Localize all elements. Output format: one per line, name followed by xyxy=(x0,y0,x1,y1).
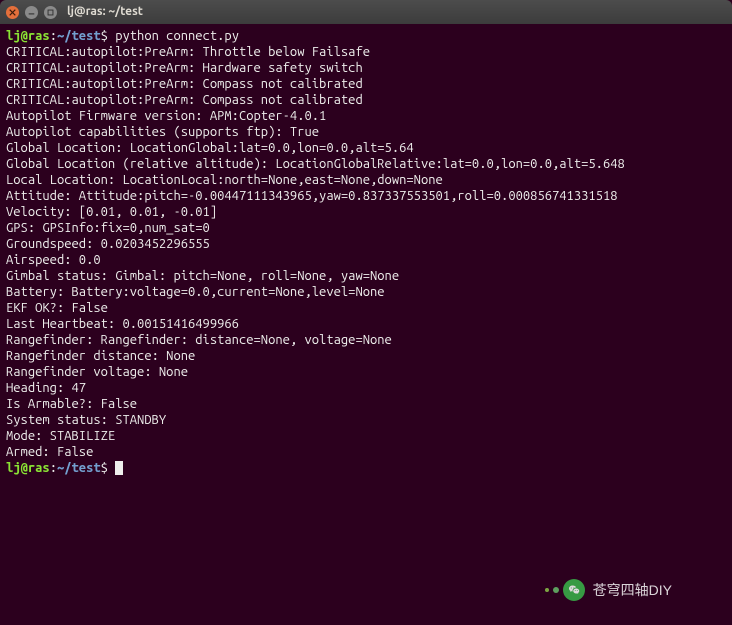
prompt-at: @ xyxy=(21,461,28,475)
output-line: Airspeed: 0.0 xyxy=(6,252,726,268)
minimize-button[interactable] xyxy=(25,6,38,19)
window-controls xyxy=(6,6,57,19)
close-button[interactable] xyxy=(6,6,19,19)
output-line: Groundspeed: 0.0203452296555 xyxy=(6,236,726,252)
watermark-text: 苍穹四轴DIY xyxy=(593,582,672,598)
output-line: Mode: STABILIZE xyxy=(6,428,726,444)
output-line: CRITICAL:autopilot:PreArm: Compass not c… xyxy=(6,92,726,108)
output-line: Rangefinder voltage: None xyxy=(6,364,726,380)
prompt-line: lj@ras:~/test$ python connect.py xyxy=(6,28,726,44)
cursor xyxy=(115,461,123,475)
prompt-user: lj xyxy=(6,29,21,43)
output-line: Gimbal status: Gimbal: pitch=None, roll=… xyxy=(6,268,726,284)
output-line: Velocity: [0.01, 0.01, -0.01] xyxy=(6,204,726,220)
output-line: Global Location (relative altitude): Loc… xyxy=(6,156,726,172)
prompt-at: @ xyxy=(21,29,28,43)
window-title: lj@ras: ~/test xyxy=(67,4,143,20)
prompt-symbol: $ xyxy=(101,29,108,43)
output-line: Rangefinder distance: None xyxy=(6,348,726,364)
wechat-icon xyxy=(545,579,585,601)
prompt-colon: : xyxy=(50,461,57,475)
prompt-host: ras xyxy=(28,29,50,43)
output-line: GPS: GPSInfo:fix=0,num_sat=0 xyxy=(6,220,726,236)
output-line: Battery: Battery:voltage=0.0,current=Non… xyxy=(6,284,726,300)
output-line: Heading: 47 xyxy=(6,380,726,396)
output-line: CRITICAL:autopilot:PreArm: Throttle belo… xyxy=(6,44,726,60)
output-line: Autopilot Firmware version: APM:Copter-4… xyxy=(6,108,726,124)
terminal-output: CRITICAL:autopilot:PreArm: Throttle belo… xyxy=(6,44,726,460)
prompt-path: ~/test xyxy=(57,29,101,43)
prompt-colon: : xyxy=(50,29,57,43)
output-line: Global Location: LocationGlobal:lat=0.0,… xyxy=(6,140,726,156)
output-line: CRITICAL:autopilot:PreArm: Hardware safe… xyxy=(6,60,726,76)
prompt-user: lj xyxy=(6,461,21,475)
output-line: Autopilot capabilities (supports ftp): T… xyxy=(6,124,726,140)
prompt-line-2: lj@ras:~/test$ xyxy=(6,460,726,476)
output-line: Attitude: Attitude:pitch=-0.004471113439… xyxy=(6,188,726,204)
output-line: Local Location: LocationLocal:north=None… xyxy=(6,172,726,188)
output-line: CRITICAL:autopilot:PreArm: Compass not c… xyxy=(6,76,726,92)
prompt-symbol: $ xyxy=(101,461,108,475)
output-line: Is Armable?: False xyxy=(6,396,726,412)
output-line: Rangefinder: Rangefinder: distance=None,… xyxy=(6,332,726,348)
command-text: python connect.py xyxy=(115,29,239,43)
terminal-body[interactable]: lj@ras:~/test$ python connect.py CRITICA… xyxy=(0,24,732,625)
window-titlebar: lj@ras: ~/test xyxy=(0,0,732,24)
output-line: EKF OK?: False xyxy=(6,300,726,316)
prompt-host: ras xyxy=(28,461,50,475)
output-line: Armed: False xyxy=(6,444,726,460)
output-line: System status: STANDBY xyxy=(6,412,726,428)
watermark: 苍穹四轴DIY xyxy=(545,579,672,601)
maximize-button[interactable] xyxy=(44,6,57,19)
prompt-path: ~/test xyxy=(57,461,101,475)
output-line: Last Heartbeat: 0.00151416499966 xyxy=(6,316,726,332)
